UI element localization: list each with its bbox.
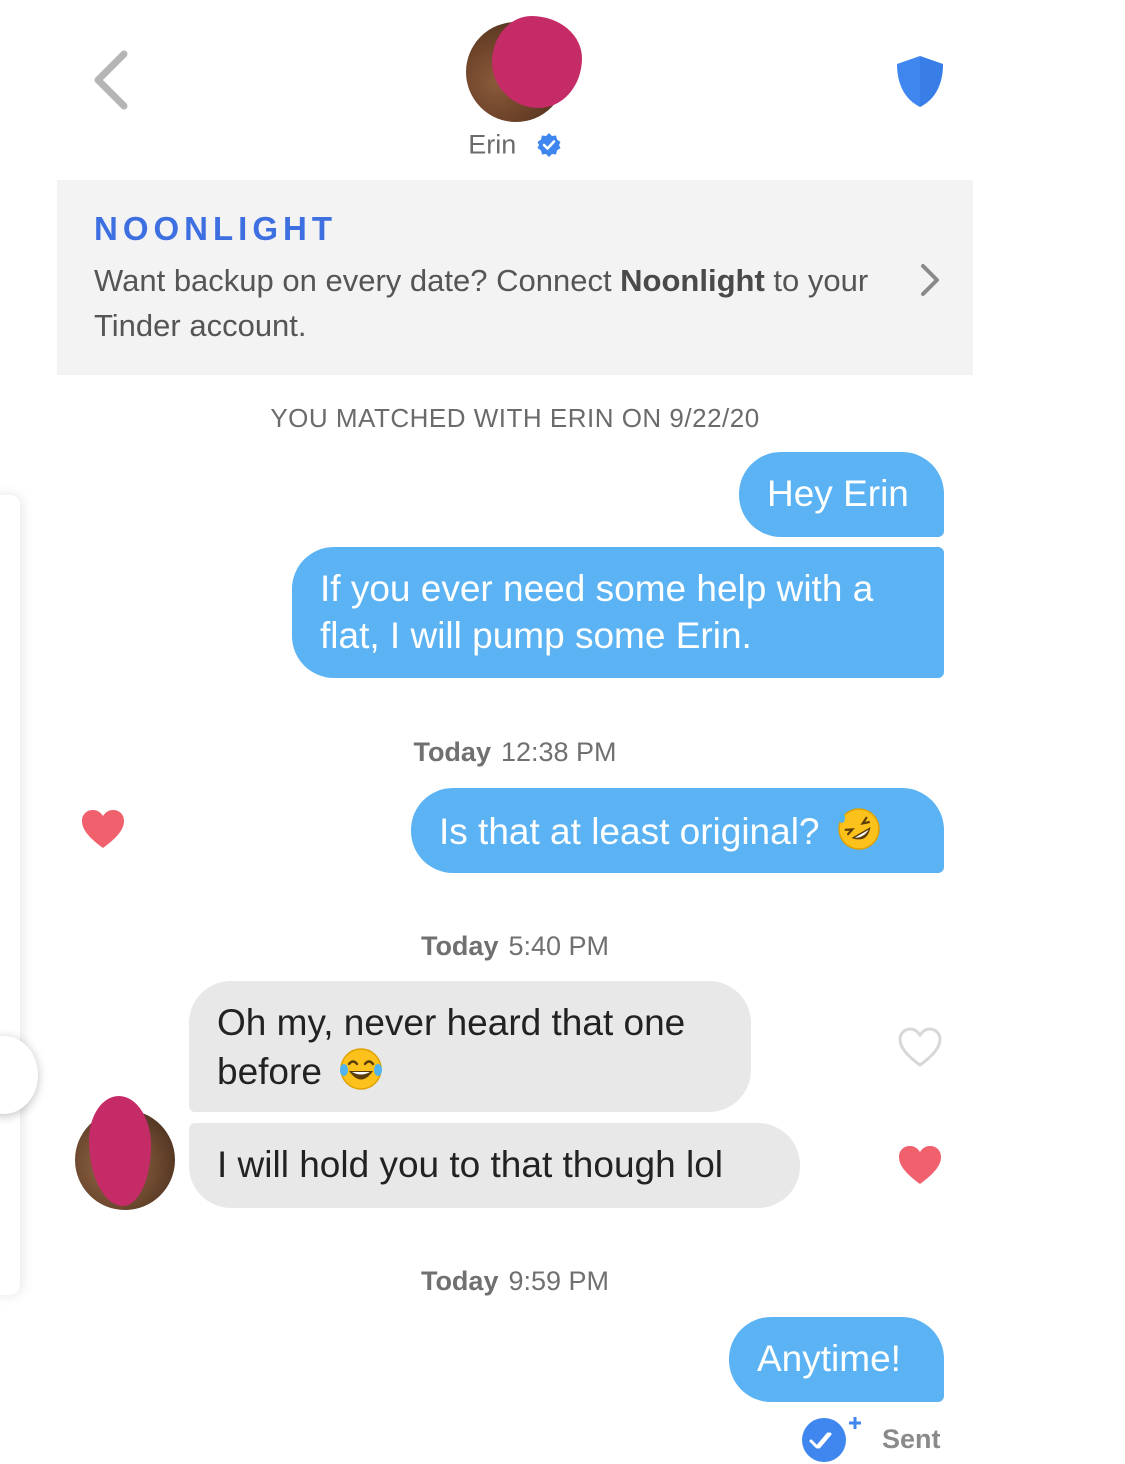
match-name: Erin [468, 129, 517, 160]
message-text: Anytime! [757, 1338, 901, 1379]
noonlight-banner[interactable]: NOONLIGHT Want backup on every date? Con… [57, 180, 973, 375]
chevron-left-icon[interactable] [86, 48, 136, 112]
heart-filled-icon[interactable] [80, 808, 126, 850]
timestamp: Today 9:59 PM [420, 1266, 610, 1296]
heart-filled-icon[interactable] [897, 1144, 943, 1186]
message-text: I will hold you to that though lol [217, 1144, 723, 1185]
message-bubble-incoming[interactable]: Oh my, never heard that one before [189, 981, 751, 1112]
message-text: Oh my, never heard that one before [217, 1002, 686, 1092]
message-bubble-outgoing[interactable]: Is that at least original? [411, 788, 944, 873]
message-bubble-outgoing[interactable]: If you ever need some help with a flat, … [292, 547, 944, 678]
message-text: Is that at least original? [439, 811, 820, 852]
message-text: If you ever need some help with a flat, … [320, 568, 874, 656]
redaction-mark [89, 1096, 151, 1206]
side-drawer-handle[interactable] [0, 1036, 38, 1114]
chevron-right-icon [921, 264, 939, 296]
sent-status: Sent [882, 1424, 941, 1454]
match-date-notice: YOU MATCHED WITH ERIN ON 9/22/20 [270, 403, 760, 433]
verified-badge-icon [537, 132, 561, 157]
rolling-on-floor-laughing-icon [838, 808, 880, 850]
read-receipt-icon[interactable] [800, 1414, 864, 1464]
side-drawer-edge[interactable] [0, 495, 20, 1295]
face-with-tears-of-joy-icon [340, 1048, 383, 1090]
match-avatar[interactable] [466, 16, 582, 122]
sender-avatar[interactable] [75, 1096, 175, 1210]
message-bubble-outgoing[interactable]: Hey Erin [739, 452, 944, 537]
heart-outline-icon[interactable] [897, 1026, 943, 1068]
message-text: Hey Erin [767, 473, 909, 514]
timestamp: Today 5:40 PM [420, 931, 610, 961]
message-bubble-outgoing[interactable]: Anytime! [729, 1317, 944, 1402]
timestamp: Today 12:38 PM [413, 737, 617, 767]
redaction-mark [492, 16, 582, 108]
message-bubble-incoming[interactable]: I will hold you to that though lol [189, 1123, 800, 1208]
match-name-row[interactable]: Erin [0, 128, 1030, 160]
shield-icon[interactable] [894, 54, 946, 108]
banner-text: Want backup on every date? Connect Noonl… [94, 263, 869, 343]
noonlight-logo: NOONLIGHT [94, 210, 337, 247]
